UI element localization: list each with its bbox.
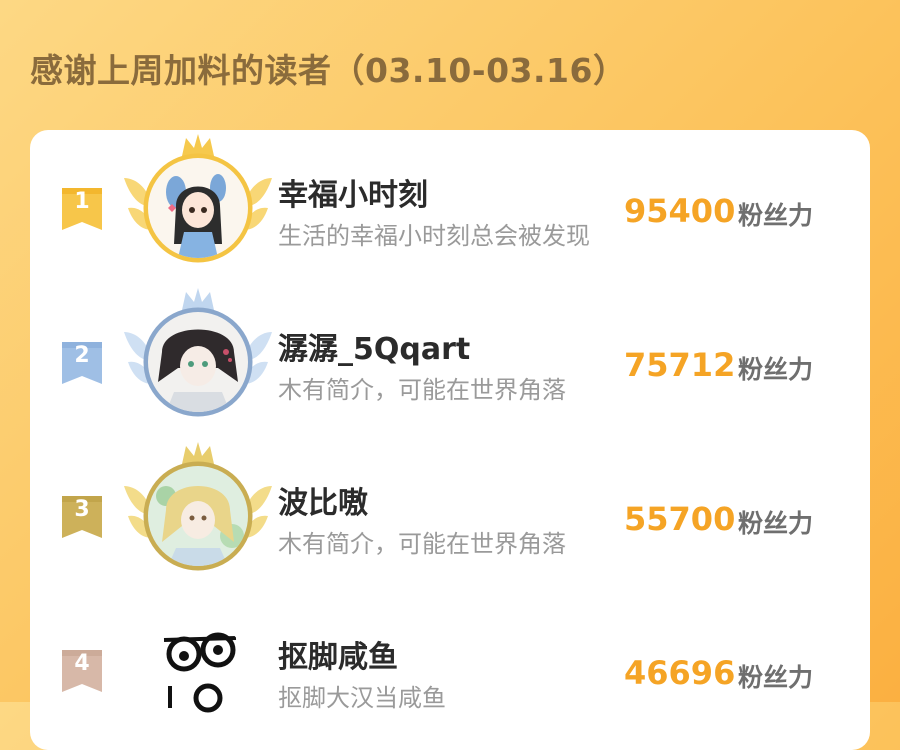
fan-power-unit: 粉丝力 xyxy=(738,355,814,384)
rank-badge-gold: 1 xyxy=(60,186,104,232)
reader-row-3[interactable]: 3 波比嗷 木有简介，可能在世界角落 55700 粉丝力 xyxy=(30,438,870,578)
doodle-face-avatar-icon xyxy=(148,620,248,720)
reader-row-1[interactable]: 1 幸福小时刻 生活的幸福小时刻总会被发现 95400 粉丝力 xyxy=(30,130,870,270)
cartoon-girl-avatar-icon xyxy=(148,158,248,258)
avatar-frame xyxy=(118,284,278,424)
blond-anime-avatar-icon xyxy=(148,466,248,566)
fan-power-score: 55700 xyxy=(624,500,736,538)
rank-badge-silver: 2 xyxy=(60,340,104,386)
reader-name: 潺潺_5Qqart xyxy=(278,332,471,367)
fan-power-unit: 粉丝力 xyxy=(738,201,814,230)
fan-power-unit: 粉丝力 xyxy=(738,663,814,692)
page-title: 感谢上周加料的读者（03.10-03.16） xyxy=(30,51,627,90)
rank-badge-bronze: 3 xyxy=(60,494,104,540)
reader-bio: 木有简介，可能在世界角落 xyxy=(278,376,566,404)
reader-ranking-card: 1 幸福小时刻 生活的幸福小时刻总会被发现 95400 粉丝力 2 潺潺_5Qq… xyxy=(30,130,870,750)
reader-row-2[interactable]: 2 潺潺_5Qqart 木有简介，可能在世界角落 75712 粉丝力 xyxy=(30,284,870,424)
reader-bio: 生活的幸福小时刻总会被发现 xyxy=(278,222,590,250)
reader-name: 幸福小时刻 xyxy=(278,178,428,213)
reader-name: 波比嗷 xyxy=(278,486,368,521)
fan-power-unit: 粉丝力 xyxy=(738,509,814,538)
reader-name: 抠脚咸鱼 xyxy=(278,640,398,675)
fan-power-score: 46696 xyxy=(624,654,736,692)
anime-boy-avatar-icon xyxy=(148,312,248,412)
fan-power-score: 95400 xyxy=(624,192,736,230)
rank-badge-plain: 4 xyxy=(60,648,104,694)
reader-bio: 木有简介，可能在世界角落 xyxy=(278,530,566,558)
reader-row-4[interactable]: 4 抠脚咸鱼 抠脚大汉当咸鱼 46696 粉丝力 xyxy=(30,592,870,732)
fan-power-score: 75712 xyxy=(624,346,736,384)
avatar-frame xyxy=(118,438,278,578)
avatar-frame xyxy=(118,592,278,732)
avatar-frame xyxy=(118,130,278,270)
reader-bio: 抠脚大汉当咸鱼 xyxy=(278,684,446,712)
